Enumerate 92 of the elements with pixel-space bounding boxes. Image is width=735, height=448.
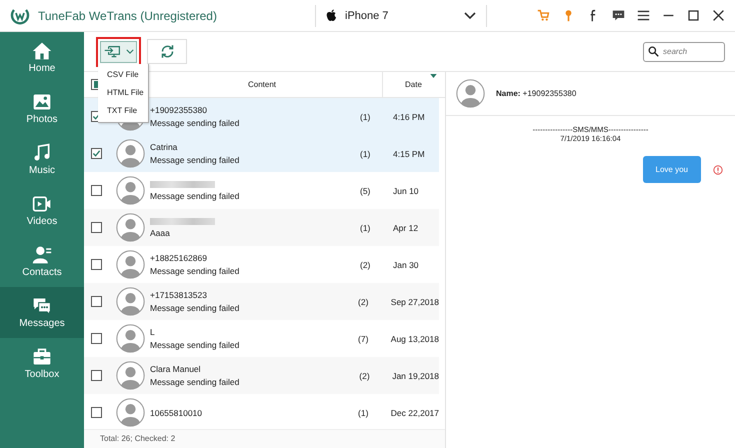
sidebar-item[interactable]: Contacts	[0, 236, 84, 287]
search-icon	[648, 46, 659, 57]
sidebar-item[interactable]: Messages	[0, 287, 84, 338]
message-thread-row[interactable]: Message sending failed (5) Jun 10	[84, 172, 439, 209]
menu-item[interactable]: TXT File	[98, 102, 148, 120]
checkbox[interactable]	[91, 185, 102, 196]
message-thread-row[interactable]: Clara Manuel Message sending failed (2) Jan 19,2018	[84, 357, 439, 394]
message-date: Jun 10	[392, 186, 420, 196]
maximize-icon[interactable]	[687, 9, 700, 22]
window-title: TuneFab WeTrans (Unregistered)	[38, 8, 218, 22]
message-date: Jan 30	[392, 260, 420, 270]
music-icon	[32, 143, 52, 163]
chevron-down-icon	[464, 12, 476, 20]
refresh-icon	[160, 44, 174, 59]
avatar-icon	[116, 324, 145, 353]
search-field[interactable]: search	[643, 42, 725, 62]
message-thread-row[interactable]: +18825162869 Message sending failed (2) Jan 30	[84, 246, 439, 283]
message-bubble: Love you	[642, 156, 701, 183]
avatar-icon	[116, 176, 145, 205]
message-date: 4:15 PM	[392, 148, 426, 158]
sidebar-item[interactable]: Photos	[0, 83, 84, 134]
message-thread-row[interactable]: L Message sending failed (7) Aug 13,2018	[84, 320, 439, 357]
avatar-icon	[116, 213, 145, 242]
avatar-icon	[456, 79, 485, 108]
message-date: Apr 12	[392, 222, 420, 232]
message-thread-row[interactable]: 10655810010 (1) Dec 22,2017	[84, 394, 439, 429]
toolbox-icon	[32, 347, 52, 367]
message-count: (2)	[359, 370, 371, 380]
message-date: Aug 13,2018	[390, 334, 439, 344]
status-text: Total: 26; Checked: 2	[84, 429, 445, 448]
message-preview: Message sending failed	[150, 190, 240, 200]
message-preview: Message sending failed	[150, 340, 240, 350]
avatar-icon	[116, 250, 145, 279]
sidebar-item[interactable]: Videos	[0, 185, 84, 236]
caret-icon	[126, 49, 134, 54]
checkbox[interactable]	[91, 148, 102, 159]
message-preview: Message sending failed	[150, 303, 240, 313]
message-preview: Message sending failed	[150, 118, 240, 128]
checkbox[interactable]	[91, 296, 102, 307]
message-preview: Message sending failed	[150, 155, 240, 165]
sidebar-item[interactable]: Music	[0, 134, 84, 185]
message-preview: Aaaa	[150, 228, 171, 238]
sort-icon	[430, 74, 437, 78]
avatar-icon	[116, 361, 145, 390]
checkbox[interactable]	[91, 333, 102, 344]
apple-icon	[326, 9, 337, 22]
export-button[interactable]	[96, 36, 141, 66]
menu-icon[interactable]	[637, 9, 650, 22]
message-thread-row[interactable]: Aaaa (1) Apr 12	[84, 209, 439, 246]
message-count: (1)	[360, 112, 372, 122]
device-selector[interactable]: iPhone 7	[315, 4, 487, 26]
message-count: (2)	[358, 296, 370, 306]
sidebar-item[interactable]: Home	[0, 32, 84, 83]
checkbox[interactable]	[91, 222, 102, 233]
photo-icon	[32, 92, 52, 112]
contact-name: 10655810010	[150, 408, 204, 418]
message-thread-row[interactable]: +17153813523 Message sending failed (2) Sep 27,2018	[84, 283, 439, 320]
contact-name: Clara Manuel	[150, 364, 202, 374]
checkbox[interactable]	[91, 259, 102, 270]
message-icon	[32, 296, 52, 316]
checkbox[interactable]	[91, 407, 102, 418]
contact-name: +17153813523	[150, 290, 208, 300]
contact-icon	[32, 245, 52, 265]
message-count: (1)	[360, 148, 372, 158]
menu-item[interactable]: CSV File	[98, 66, 148, 84]
avatar-icon	[116, 139, 145, 168]
contact-name: Name: +19092355380	[496, 89, 576, 98]
message-date: 4:16 PM	[392, 112, 426, 122]
home-icon	[32, 41, 52, 61]
message-count: (5)	[360, 186, 372, 196]
message-count: (7)	[358, 334, 370, 344]
feedback-icon[interactable]	[612, 9, 625, 22]
message-date: Jan 19,2018	[391, 370, 439, 380]
checkbox[interactable]	[91, 370, 102, 381]
message-count: (1)	[358, 408, 370, 418]
refresh-button[interactable]	[147, 39, 187, 64]
video-icon	[32, 194, 52, 214]
message-date: Dec 22,2017	[390, 408, 439, 418]
close-icon[interactable]	[712, 9, 725, 22]
message-count: (2)	[360, 260, 372, 270]
contact-name: +19092355380	[150, 105, 208, 115]
contact-name: L	[150, 327, 156, 337]
sidebar-item[interactable]: Toolbox	[0, 338, 84, 389]
message-preview: Message sending failed	[150, 377, 240, 387]
avatar-icon	[116, 287, 145, 316]
avatar-icon	[116, 398, 145, 427]
contact-name: +18825162869	[150, 253, 208, 263]
message-count: (1)	[360, 222, 372, 232]
message-date: Sep 27,2018	[390, 296, 439, 306]
contact-name: Catrina	[150, 142, 178, 152]
message-preview: Message sending failed	[150, 266, 240, 276]
message-thread-row[interactable]: Catrina Message sending failed (1) 4:15 PM	[84, 135, 439, 172]
